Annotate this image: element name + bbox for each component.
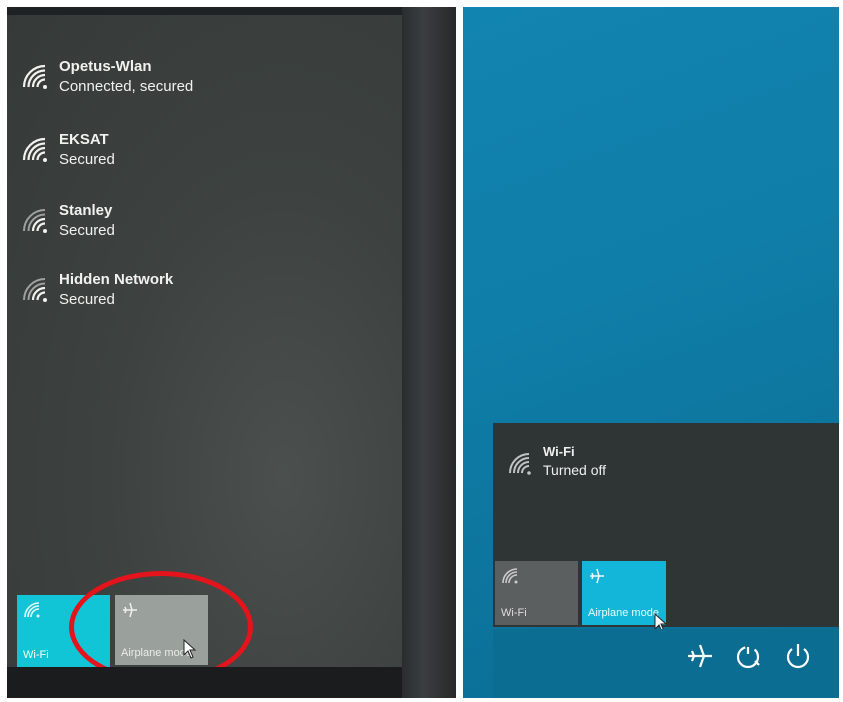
network-status: Secured [59, 222, 115, 239]
right-photo-network-flyout: Wi-Fi Turned off Wi-Fi Airplane mode [463, 7, 839, 698]
wifi-icon [23, 278, 47, 302]
network-ssid: Opetus-Wlan [59, 58, 152, 75]
network-ssid: Hidden Network [59, 271, 174, 288]
wifi-icon [23, 209, 47, 233]
network-ssid: EKSAT [59, 131, 109, 148]
network-status: Secured [59, 151, 115, 168]
network-ssid: Wi-Fi [543, 444, 575, 459]
network-item-eksat[interactable]: EKSAT Secured [21, 130, 115, 170]
network-item-wifi[interactable]: Wi-Fi Turned off [507, 443, 606, 479]
wifi-icon [24, 602, 40, 618]
left-photo-network-flyout: Opetus-Wlan Connected, secured EKSAT Sec… [7, 7, 456, 698]
network-item-stanley[interactable]: Stanley Secured [21, 201, 115, 241]
airplane-icon[interactable] [685, 641, 715, 671]
wifi-icon [22, 64, 47, 89]
network-flyout-panel: Opetus-Wlan Connected, secured EKSAT Sec… [7, 15, 402, 683]
wifi-icon [502, 568, 518, 584]
network-item-hidden-network[interactable]: Hidden Network Secured [21, 270, 173, 310]
airplane-icon [590, 568, 604, 584]
wifi-tile-label: Wi-Fi [501, 607, 527, 619]
network-status: Secured [59, 291, 115, 308]
device-bezel [402, 7, 456, 698]
airplane-tile-label: Airplane mode [588, 607, 659, 619]
network-status: Connected, secured [59, 78, 194, 95]
system-tray [493, 629, 839, 698]
network-item-opetus-wlan[interactable]: Opetus-Wlan Connected, secured [21, 57, 193, 97]
power-icon[interactable] [783, 641, 813, 671]
network-flyout-panel: Wi-Fi Turned off Wi-Fi Airplane mode [493, 423, 839, 633]
wifi-icon [509, 453, 531, 475]
wifi-toggle-tile[interactable]: Wi-Fi [495, 561, 578, 625]
sleep-icon[interactable] [733, 641, 763, 671]
taskbar-strip [7, 667, 402, 698]
network-status: Turned off [543, 462, 607, 478]
network-ssid: Stanley [59, 202, 113, 219]
wifi-icon [22, 137, 47, 162]
screenshot-comparison: Opetus-Wlan Connected, secured EKSAT Sec… [0, 0, 843, 702]
